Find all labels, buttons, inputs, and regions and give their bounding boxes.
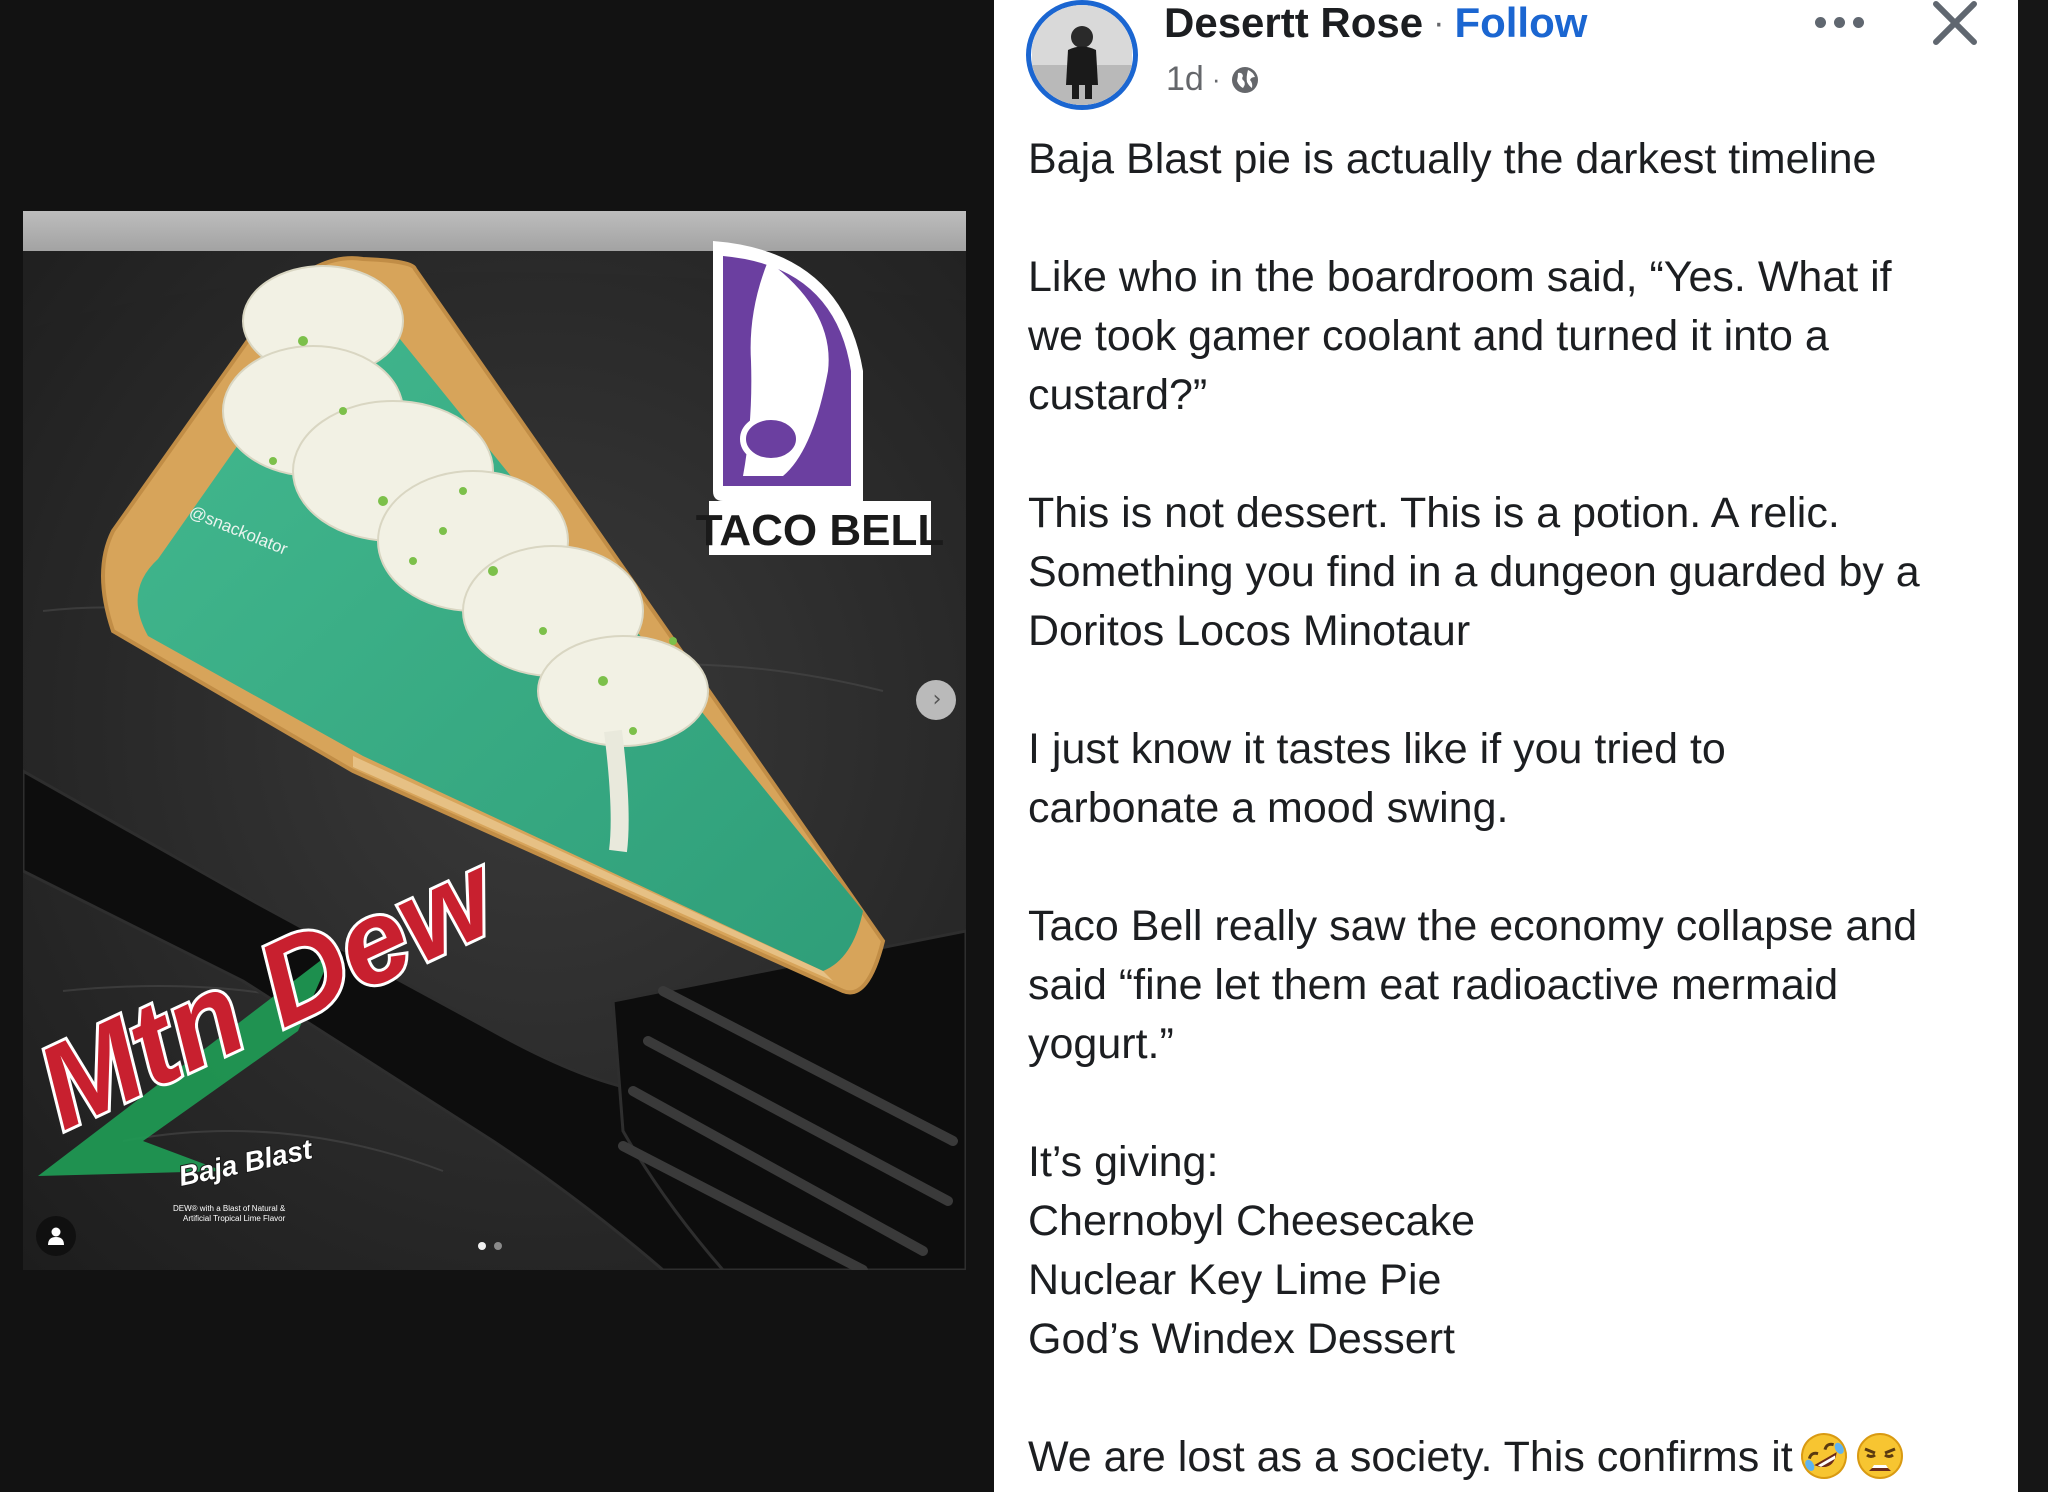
post-line: we took gamer coolant and turned it into…: [1028, 312, 1829, 360]
post-line: I just know it tastes like if you tried …: [1028, 725, 1726, 773]
tagged-people-button[interactable]: [36, 1216, 76, 1256]
post-photo[interactable]: @snackolator TACO BELL Mtn Dew Baja Blas…: [23, 211, 966, 1270]
post-paragraph: This is not dessert. This is a potion. A…: [1028, 484, 2004, 661]
media-viewer: @snackolator TACO BELL Mtn Dew Baja Blas…: [0, 0, 994, 1492]
more-options-button[interactable]: [1804, 4, 1874, 40]
post-line: Chernobyl Cheesecake: [1028, 1197, 1475, 1245]
post-line: said “fine let them eat radioactive merm…: [1028, 961, 1839, 1009]
taco-bell-logo-text: TACO BELL: [696, 506, 945, 555]
post-line: It’s giving:: [1028, 1138, 1219, 1186]
author-name[interactable]: Desertt Rose: [1164, 0, 1423, 47]
post-timestamp[interactable]: 1d: [1166, 60, 1204, 99]
carousel-dot: [494, 1242, 502, 1250]
next-photo-button[interactable]: ›: [916, 680, 956, 720]
drink-fine-print-2: Artificial Tropical Lime Flavor: [183, 1214, 286, 1223]
drink-fine-print-1: DEW® with a Blast of Natural &: [173, 1204, 286, 1213]
close-button[interactable]: [1930, 0, 1980, 46]
globe-icon: [1231, 66, 1258, 93]
carousel-indicator: [478, 1242, 502, 1250]
post-header: Desertt Rose · Follow: [1164, 0, 1587, 46]
post-paragraph: It’s giving: Chernobyl Cheesecake Nuclea…: [1028, 1133, 2004, 1369]
post-paragraph: Taco Bell really saw the economy collaps…: [1028, 897, 2004, 1074]
post-line: carbonate a mood swing.: [1028, 784, 1509, 832]
post-paragraph: Baja Blast pie is actually the darkest t…: [1028, 130, 2004, 189]
post-paragraph: I just know it tastes like if you tried …: [1028, 720, 2004, 838]
carousel-dot-active: [478, 1242, 486, 1250]
post-line: We are lost as a society. This confirms …: [1028, 1433, 1793, 1481]
post-line: God’s Windex Dessert: [1028, 1315, 1455, 1363]
avatar[interactable]: [1026, 0, 1138, 110]
post-line: Taco Bell really saw the economy collaps…: [1028, 902, 1918, 950]
window-edge: [2018, 0, 2048, 1492]
post-line: Nuclear Key Lime Pie: [1028, 1256, 1442, 1304]
meta-separator: ·: [1211, 64, 1221, 94]
post-paragraph: We are lost as a society. This confirms …: [1028, 1428, 2004, 1487]
post-line: yogurt.”: [1028, 1020, 1174, 1068]
post-line: This is not dessert. This is a potion. A…: [1028, 489, 1840, 537]
post-panel: Desertt Rose · Follow 1d · Baja Blast pi…: [994, 0, 2018, 1492]
chevron-right-icon: ›: [932, 687, 942, 712]
avatar-photo: [1032, 5, 1132, 105]
post-meta: 1d ·: [1166, 60, 1261, 99]
person-icon: [48, 1227, 64, 1245]
post-text: Baja Blast pie is actually the darkest t…: [1028, 130, 2004, 1487]
rolling-on-floor-laughing-emoji: [1800, 1433, 1847, 1479]
follow-button[interactable]: Follow: [1454, 0, 1587, 47]
more-dots-icon: [1814, 16, 1826, 28]
more-dots-icon: [1833, 16, 1845, 28]
close-icon: [1933, 1, 1977, 45]
post-line: Doritos Locos Minotaur: [1028, 607, 1471, 655]
post-line: Baja Blast pie is actually the darkest t…: [1028, 135, 1877, 183]
post-final-line: We are lost as a society. This confirms …: [1028, 1428, 2004, 1487]
post-paragraph: Like who in the boardroom said, “Yes. Wh…: [1028, 248, 2004, 425]
post-line: custard?”: [1028, 371, 1208, 419]
weary-face-emoji: [1856, 1433, 1903, 1479]
post-line: Something you find in a dungeon guarded …: [1028, 548, 1920, 596]
pie-photo-illustration: @snackolator TACO BELL Mtn Dew Baja Blas…: [23, 211, 966, 1270]
more-dots-icon: [1852, 16, 1864, 28]
post-line: Like who in the boardroom said, “Yes. Wh…: [1028, 253, 1892, 301]
header-separator: ·: [1433, 3, 1445, 42]
